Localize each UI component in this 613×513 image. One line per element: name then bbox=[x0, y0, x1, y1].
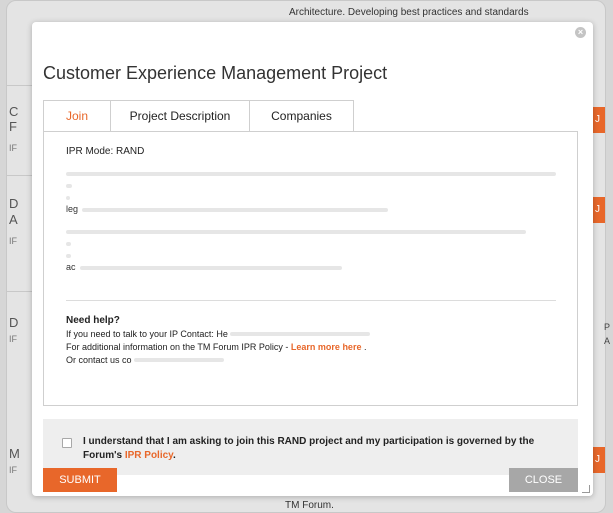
ipr-policy-info-line: For additional information on the TM For… bbox=[66, 342, 366, 352]
redacted-text-line bbox=[230, 332, 371, 336]
tab-join[interactable]: Join bbox=[43, 100, 111, 132]
agreement-checkbox[interactable] bbox=[62, 438, 72, 448]
redacted-text-line bbox=[66, 242, 71, 246]
background-row-letter: D bbox=[9, 196, 19, 211]
join-tab-content: IPR Mode: RAND leg ac Need help? If you … bbox=[43, 131, 578, 406]
modal-title: Customer Experience Management Project bbox=[43, 63, 388, 83]
redacted-text-line bbox=[134, 358, 225, 362]
background-join-button[interactable]: J bbox=[591, 197, 605, 223]
background-row-ipr: IF bbox=[9, 334, 17, 344]
redacted-text-line bbox=[66, 196, 70, 200]
background-row-letter: M bbox=[9, 446, 20, 461]
join-project-modal: × Customer Experience Management Project… bbox=[32, 22, 593, 496]
background-row-letter: D bbox=[9, 315, 19, 330]
background-footer-text: TM Forum. bbox=[285, 500, 334, 511]
need-help-heading: Need help? bbox=[66, 315, 120, 326]
modal-tabs: Join Project Description Companies bbox=[43, 100, 354, 132]
background-row-letter: C bbox=[9, 104, 19, 119]
learn-more-link[interactable]: Learn more here bbox=[291, 342, 362, 352]
submit-button[interactable]: SUBMIT bbox=[43, 468, 117, 492]
agreement-text: I understand that I am asking to join th… bbox=[83, 435, 563, 463]
ipr-policy-info-text: For additional information on the TM For… bbox=[66, 342, 291, 352]
background-row-letter: A bbox=[9, 212, 18, 227]
tab-project-description[interactable]: Project Description bbox=[111, 100, 250, 132]
background-right-letter: A bbox=[604, 336, 611, 346]
contact-us-text: Or contact us co bbox=[66, 355, 132, 365]
background-row-ipr: IF bbox=[9, 465, 17, 475]
redacted-text-line bbox=[66, 172, 556, 176]
ip-contact-text: If you need to talk to your IP Contact: … bbox=[66, 329, 228, 339]
tab-companies[interactable]: Companies bbox=[250, 100, 354, 132]
redacted-text-prefix: ac bbox=[66, 262, 76, 272]
background-description-text: Architecture. Developing best practices … bbox=[289, 7, 529, 18]
content-separator bbox=[66, 300, 556, 301]
background-row-letter: F bbox=[9, 119, 17, 134]
agreement-suffix: . bbox=[173, 450, 176, 461]
background-join-button[interactable]: J bbox=[591, 107, 605, 133]
background-row-ipr: IF bbox=[9, 143, 17, 153]
contact-us-line: Or contact us co bbox=[66, 355, 225, 365]
resize-handle[interactable] bbox=[582, 485, 590, 493]
redacted-text-line bbox=[66, 254, 71, 258]
close-button[interactable]: CLOSE bbox=[509, 468, 578, 492]
ipr-mode-label: IPR Mode: RAND bbox=[66, 146, 145, 157]
redacted-text-prefix: leg bbox=[66, 204, 79, 214]
background-right-letter: P bbox=[604, 322, 611, 332]
redacted-text-line bbox=[80, 266, 342, 270]
ip-contact-line: If you need to talk to your IP Contact: … bbox=[66, 329, 371, 339]
redacted-text-line bbox=[66, 184, 72, 188]
agreement-panel: I understand that I am asking to join th… bbox=[43, 419, 578, 475]
close-icon[interactable]: × bbox=[575, 27, 586, 38]
redacted-text-line bbox=[82, 208, 388, 212]
ipr-policy-info-suffix: . bbox=[361, 342, 367, 352]
background-join-button[interactable]: J bbox=[591, 447, 605, 473]
ipr-policy-link[interactable]: IPR Policy bbox=[125, 450, 173, 461]
background-row-ipr: IF bbox=[9, 236, 17, 246]
redacted-text-line bbox=[66, 230, 526, 234]
